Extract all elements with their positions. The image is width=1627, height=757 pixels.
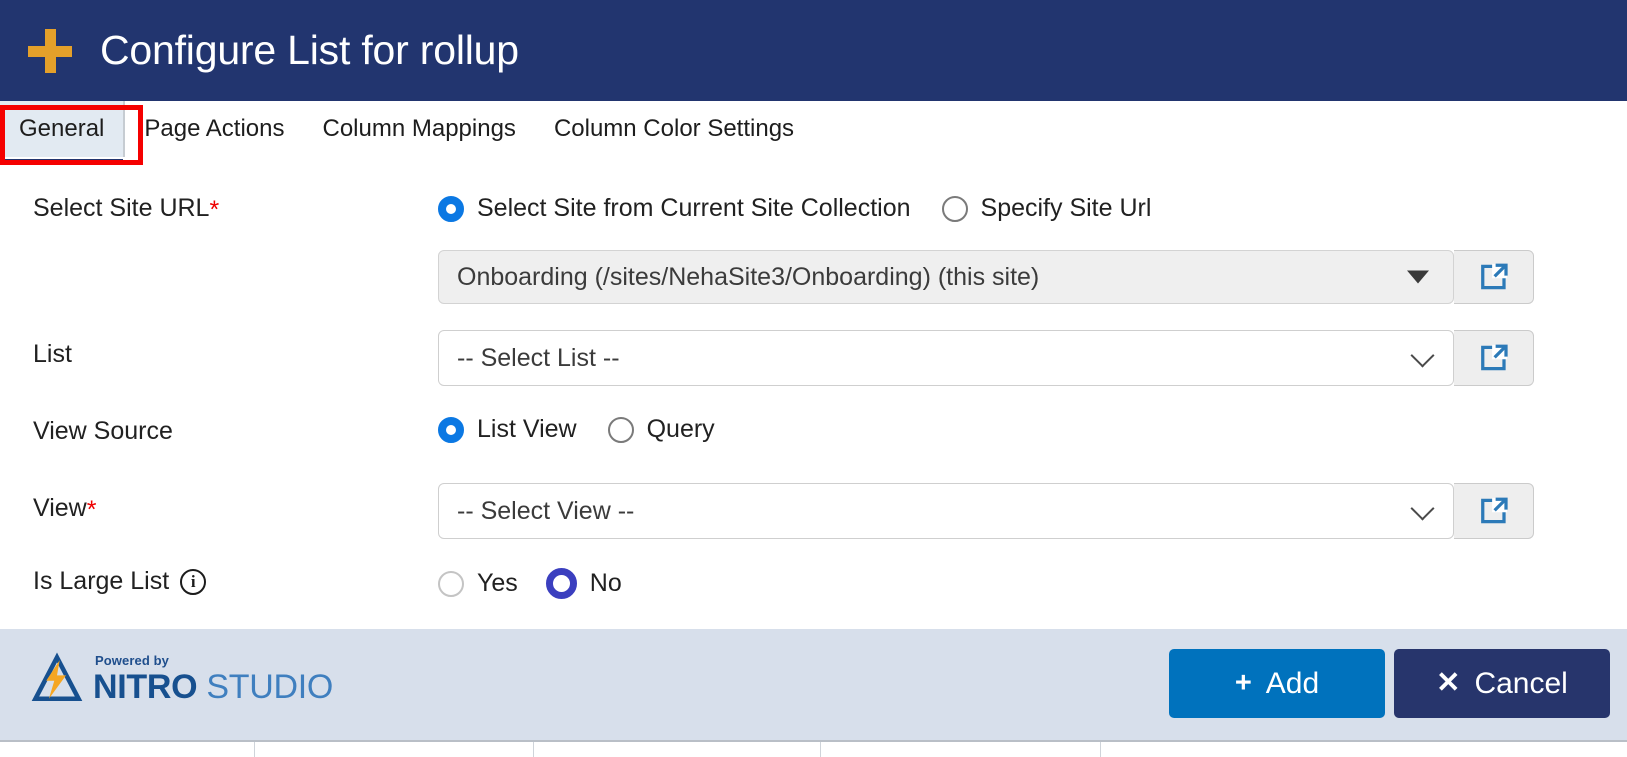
site-url-source-radio-group: Select Site from Current Site Collection… xyxy=(438,194,1151,223)
cancel-button-label: Cancel xyxy=(1474,666,1568,700)
view-select[interactable]: -- Select View -- xyxy=(438,483,1454,539)
view-source-label: View Source xyxy=(33,417,173,445)
radio-selected-icon xyxy=(545,568,577,599)
radio-list-view[interactable]: List View xyxy=(438,415,577,444)
dialog-footer: Powered by NITRO STUDIO + Add ✕ Cancel xyxy=(0,629,1627,740)
bottom-strip-separator xyxy=(533,742,534,757)
view-field: -- Select View -- xyxy=(438,483,1534,539)
page-title: Configure List for rollup xyxy=(100,27,519,73)
bottom-strip xyxy=(0,740,1627,757)
view-source-radio-group: List View Query xyxy=(438,415,715,444)
powered-by-text: Powered by xyxy=(95,653,169,668)
external-link-icon xyxy=(1480,263,1508,290)
nitro-studio-logo: Powered by NITRO STUDIO xyxy=(30,652,333,706)
tab-general[interactable]: General xyxy=(0,101,126,165)
close-icon: ✕ xyxy=(1436,667,1461,699)
tab-column-color-settings[interactable]: Column Color Settings xyxy=(535,101,813,157)
radio-selected-icon xyxy=(438,195,464,222)
site-url-select-value: Onboarding (/sites/NehaSite3/Onboarding)… xyxy=(457,262,1040,291)
is-large-list-radio-group: Yes No xyxy=(438,568,622,599)
caret-down-icon xyxy=(1407,270,1429,284)
site-url-field: Onboarding (/sites/NehaSite3/Onboarding)… xyxy=(438,250,1534,304)
required-asterisk: * xyxy=(209,196,220,224)
plus-icon xyxy=(28,28,72,73)
required-asterisk: * xyxy=(86,496,97,524)
site-url-select[interactable]: Onboarding (/sites/NehaSite3/Onboarding)… xyxy=(438,250,1454,304)
dialog-header: Configure List for rollup xyxy=(0,0,1627,101)
list-field: -- Select List -- xyxy=(438,330,1534,386)
plus-icon: + xyxy=(1234,667,1252,699)
radio-unselected-icon xyxy=(607,416,634,443)
radio-query[interactable]: Query xyxy=(607,415,715,444)
add-button-label: Add xyxy=(1265,666,1320,700)
view-open-link-button[interactable] xyxy=(1454,483,1534,539)
radio-unselected-icon xyxy=(438,570,464,597)
bottom-strip-separator xyxy=(820,742,821,757)
radio-is-large-list-no[interactable]: No xyxy=(545,568,622,599)
radio-is-large-list-yes[interactable]: Yes xyxy=(438,569,518,598)
brand-nitro: NITRO xyxy=(93,668,198,706)
footer-buttons: + Add ✕ Cancel xyxy=(1169,649,1610,718)
list-select[interactable]: -- Select List -- xyxy=(438,330,1454,386)
tab-column-color-settings-label: Column Color Settings xyxy=(553,115,795,142)
external-link-icon xyxy=(1480,344,1508,371)
radio-list-view-label: List View xyxy=(477,415,577,443)
tab-page-actions-label: Page Actions xyxy=(144,115,285,142)
is-large-list-label: Is Large List i xyxy=(33,567,207,596)
radio-specify-site-url[interactable]: Specify Site Url xyxy=(941,194,1152,223)
view-label: View * xyxy=(33,494,97,524)
bottom-strip-separator xyxy=(1100,742,1101,757)
radio-select-site-from-current-collection-label: Select Site from Current Site Collection xyxy=(477,194,911,222)
radio-is-large-list-no-label: No xyxy=(589,569,622,597)
configure-list-dialog: Configure List for rollup General Page A… xyxy=(0,0,1627,757)
cancel-button[interactable]: ✕ Cancel xyxy=(1394,649,1610,718)
radio-select-site-from-current-collection[interactable]: Select Site from Current Site Collection xyxy=(438,194,911,223)
tab-column-mappings-label: Column Mappings xyxy=(322,115,516,142)
radio-unselected-icon xyxy=(941,195,968,222)
tab-column-mappings[interactable]: Column Mappings xyxy=(304,101,535,157)
chevron-down-icon xyxy=(1410,496,1435,521)
chevron-down-icon xyxy=(1410,343,1435,368)
nitro-triangle-bolt-logo xyxy=(31,652,83,702)
site-url-open-link-button[interactable] xyxy=(1454,250,1534,304)
add-button[interactable]: + Add xyxy=(1169,649,1385,718)
info-icon[interactable]: i xyxy=(180,568,207,595)
external-link-icon xyxy=(1480,497,1508,524)
radio-specify-site-url-label: Specify Site Url xyxy=(980,194,1152,222)
radio-is-large-list-yes-label: Yes xyxy=(477,569,518,597)
radio-query-label: Query xyxy=(646,415,715,443)
radio-selected-icon xyxy=(438,416,464,443)
list-select-value: -- Select List -- xyxy=(457,343,620,372)
tab-page-actions[interactable]: Page Actions xyxy=(125,101,303,157)
select-site-url-label: Select Site URL * xyxy=(33,194,220,224)
view-select-value: -- Select View -- xyxy=(457,496,635,525)
general-tab-panel: Select Site URL * Select Site from Curren… xyxy=(0,172,1627,629)
tab-general-label: General xyxy=(19,115,105,142)
list-open-link-button[interactable] xyxy=(1454,330,1534,386)
brand-studio: STUDIO xyxy=(197,668,334,706)
bottom-strip-separator xyxy=(254,742,255,757)
tab-bar: General Page Actions Column Mappings Col… xyxy=(0,101,1627,172)
list-label: List xyxy=(33,340,72,368)
